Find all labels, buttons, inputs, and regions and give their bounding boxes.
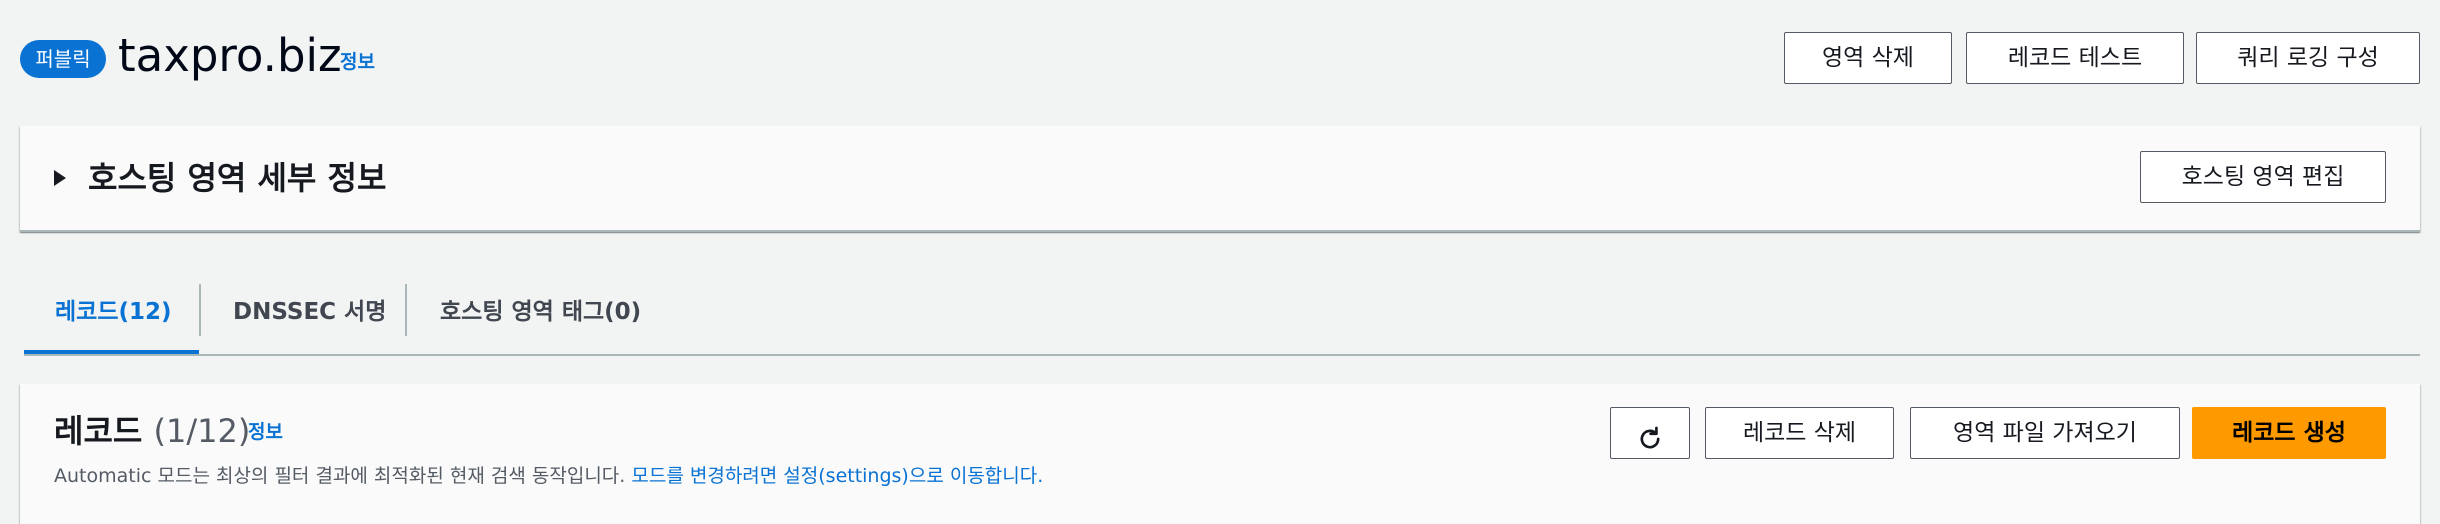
- delete-zone-button[interactable]: 영역 삭제: [1784, 32, 1952, 84]
- refresh-button[interactable]: [1610, 407, 1690, 459]
- tab-bar: 레코드(12) DNSSEC 서명 호스팅 영역 태그(0): [24, 270, 2420, 356]
- hosting-zone-details-title: 호스팅 영역 세부 정보: [88, 159, 387, 197]
- hosting-zone-details-toggle[interactable]: 호스팅 영역 세부 정보: [54, 158, 386, 198]
- edit-hosting-zone-button[interactable]: 호스팅 영역 편집: [2140, 151, 2386, 203]
- create-record-button[interactable]: 레코드 생성: [2192, 407, 2386, 459]
- tab-divider: [405, 284, 407, 336]
- configure-query-logging-button[interactable]: 쿼리 로깅 구성: [2196, 32, 2420, 84]
- tab-records[interactable]: 레코드(12): [55, 270, 172, 354]
- records-description: Automatic 모드는 최상의 필터 결과에 최적화된 현재 검색 동작입니…: [54, 462, 1043, 490]
- hosting-zone-details-panel: 호스팅 영역 세부 정보 호스팅 영역 편집: [20, 126, 2420, 232]
- delete-record-button[interactable]: 레코드 삭제: [1705, 407, 1894, 459]
- active-tab-indicator: [24, 350, 199, 354]
- settings-link[interactable]: 모드를 변경하려면 설정(settings)으로 이동합니다.: [631, 465, 1043, 487]
- caret-right-icon: [54, 170, 66, 186]
- refresh-icon: [1640, 426, 1660, 448]
- tab-hosting-zone-tags[interactable]: 호스팅 영역 태그(0): [440, 270, 641, 354]
- import-zone-file-button[interactable]: 영역 파일 가져오기: [1910, 407, 2180, 459]
- records-description-text: Automatic 모드는 최상의 필터 결과에 최적화된 현재 검색 동작입니…: [54, 465, 626, 487]
- records-panel: 레코드 (1/12) 정보 Automatic 모드는 최상의 필터 결과에 최…: [20, 384, 2420, 524]
- records-heading: 레코드 (1/12): [54, 410, 250, 452]
- page-title: taxpro.biz: [118, 29, 342, 82]
- records-count: (1/12): [153, 412, 251, 450]
- public-badge: 퍼블릭: [20, 40, 106, 78]
- records-info-link[interactable]: 정보: [248, 417, 283, 447]
- tab-divider: [199, 284, 201, 336]
- tab-dnssec-signing[interactable]: DNSSEC 서명: [233, 270, 386, 354]
- records-title: 레코드: [54, 412, 143, 450]
- test-record-button[interactable]: 레코드 테스트: [1966, 32, 2184, 84]
- page-header: 퍼블릭 taxpro.biz 정보 영역 삭제 레코드 테스트 쿼리 로깅 구성: [20, 22, 2420, 92]
- title-info-link[interactable]: 정보: [340, 47, 375, 77]
